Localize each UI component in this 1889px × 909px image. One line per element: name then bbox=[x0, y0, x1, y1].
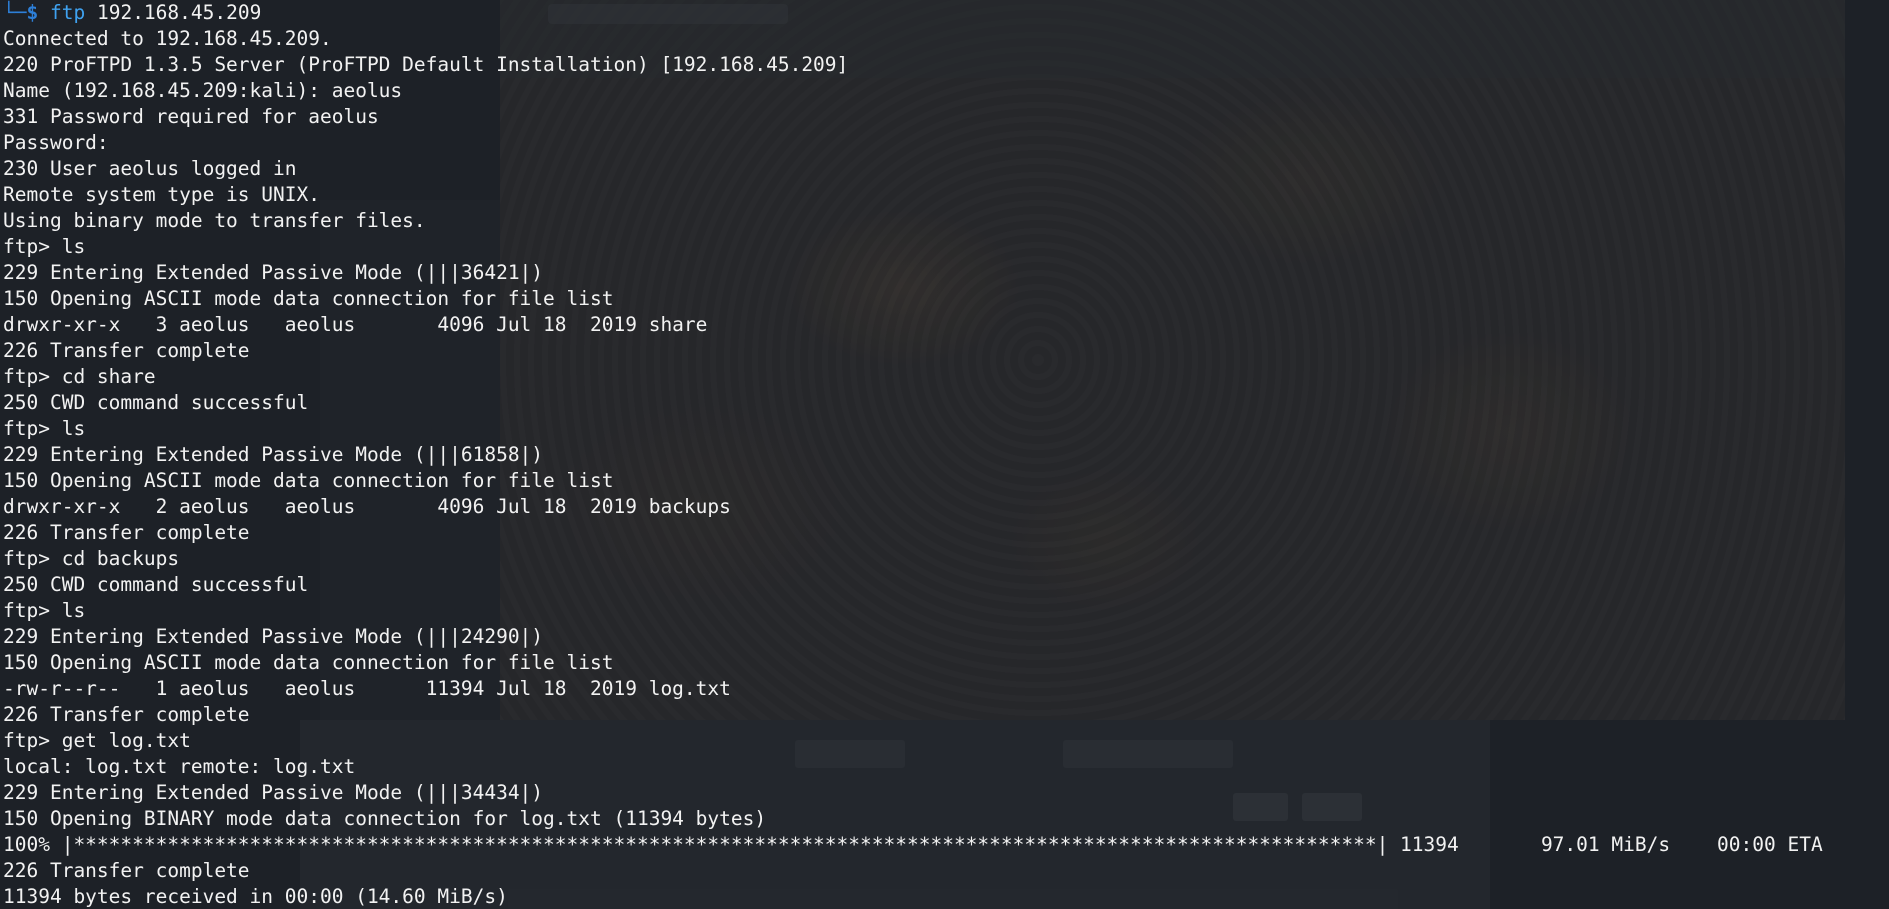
output-line: Remote system type is UNIX. bbox=[3, 183, 320, 206]
output-line: 331 Password required for aeolus bbox=[3, 105, 379, 128]
output-line: Using binary mode to transfer files. bbox=[3, 209, 426, 232]
prompt-line: └─$ ftp 192.168.45.209 bbox=[3, 0, 1889, 26]
ftp-command-line: ftp> cd backups bbox=[3, 547, 180, 570]
output-line: 250 CWD command successful bbox=[3, 573, 309, 596]
output-line: local: log.txt remote: log.txt bbox=[3, 755, 356, 778]
output-line: 229 Entering Extended Passive Mode (|||2… bbox=[3, 625, 544, 648]
output-line: 150 Opening ASCII mode data connection f… bbox=[3, 469, 614, 492]
prompt-command: ftp bbox=[49, 1, 86, 24]
ftp-command-line: ftp> ls bbox=[3, 599, 86, 622]
ftp-command-line: ftp> cd share bbox=[3, 365, 156, 388]
output-line: 150 Opening BINARY mode data connection … bbox=[3, 807, 767, 830]
output-line: Connected to 192.168.45.209. bbox=[3, 27, 332, 50]
output-line: Password: bbox=[3, 131, 109, 154]
output-line: 229 Entering Extended Passive Mode (|||3… bbox=[3, 261, 544, 284]
ftp-command-line: ftp> ls bbox=[3, 417, 86, 440]
file-listing-line: -rw-r--r-- 1 aeolus aeolus 11394 Jul 18 … bbox=[3, 677, 731, 700]
output-line: 226 Transfer complete bbox=[3, 521, 250, 544]
prompt-corner: └─ bbox=[3, 1, 27, 24]
output-line: 150 Opening ASCII mode data connection f… bbox=[3, 287, 614, 310]
terminal-output[interactable]: └─$ ftp 192.168.45.209 Connected to 192.… bbox=[3, 0, 1889, 909]
output-line: 250 CWD command successful bbox=[3, 391, 309, 414]
output-line: 11394 bytes received in 00:00 (14.60 MiB… bbox=[3, 885, 508, 908]
output-line: 230 User aeolus logged in bbox=[3, 157, 297, 180]
output-line: 229 Entering Extended Passive Mode (|||6… bbox=[3, 443, 544, 466]
terminal-screen[interactable]: └─$ ftp 192.168.45.209 Connected to 192.… bbox=[0, 0, 1889, 909]
ftp-command-line: ftp> ls bbox=[3, 235, 86, 258]
output-line: 220 ProFTPD 1.3.5 Server (ProFTPD Defaul… bbox=[3, 53, 849, 76]
output-line: Name (192.168.45.209:kali): aeolus bbox=[3, 79, 403, 102]
ftp-command-line: ftp> get log.txt bbox=[3, 729, 191, 752]
directory-listing-line: drwxr-xr-x 2 aeolus aeolus 4096 Jul 18 2… bbox=[3, 495, 731, 518]
directory-listing-line: drwxr-xr-x 3 aeolus aeolus 4096 Jul 18 2… bbox=[3, 313, 708, 336]
output-line: 150 Opening ASCII mode data connection f… bbox=[3, 651, 614, 674]
prompt-argument: 192.168.45.209 bbox=[96, 1, 262, 24]
output-line: 226 Transfer complete bbox=[3, 339, 250, 362]
output-line: 229 Entering Extended Passive Mode (|||3… bbox=[3, 781, 544, 804]
output-line: 226 Transfer complete bbox=[3, 703, 250, 726]
transfer-progress-line: 100% |**********************************… bbox=[3, 833, 1823, 856]
output-line: 226 Transfer complete bbox=[3, 859, 250, 882]
prompt-symbol: $ bbox=[26, 1, 39, 24]
